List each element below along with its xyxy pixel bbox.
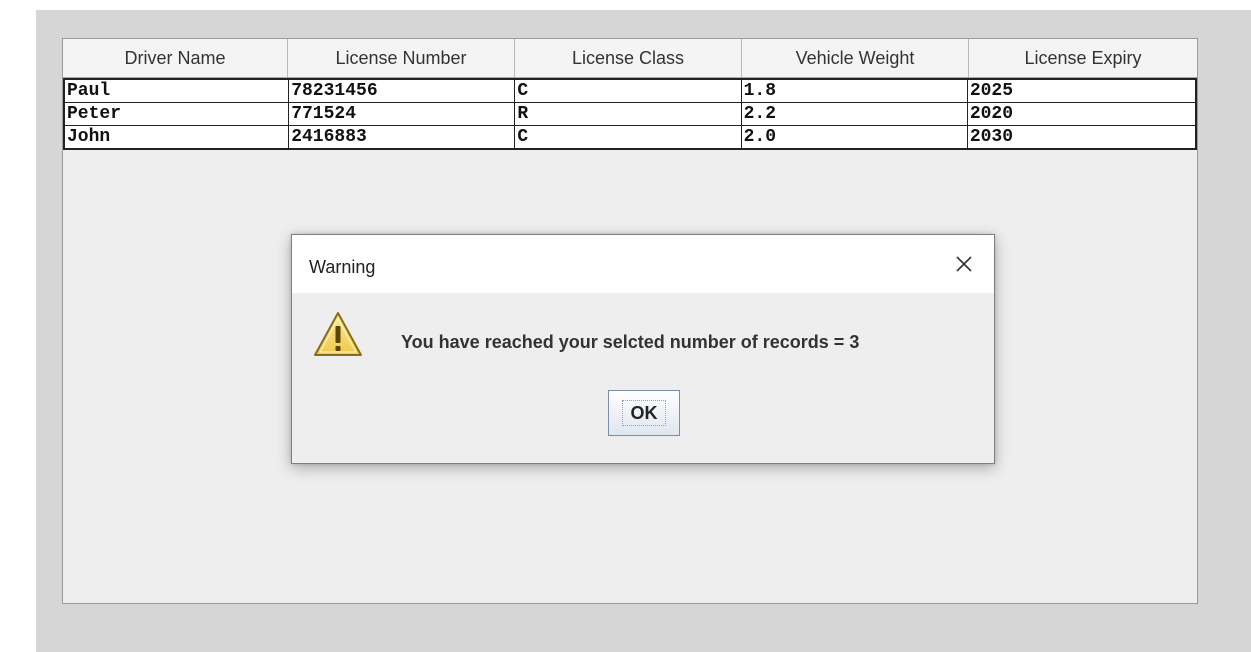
table-cell-vehicle-weight[interactable]: 1.8 bbox=[742, 80, 968, 102]
table-cell-license-expiry[interactable]: 2020 bbox=[968, 103, 1195, 125]
column-header-license-number[interactable]: License Number bbox=[288, 39, 515, 77]
drivers-table: Driver Name License Number License Class… bbox=[63, 39, 1197, 150]
table-cell-driver-name[interactable]: John bbox=[65, 126, 290, 148]
column-header-license-expiry[interactable]: License Expiry bbox=[969, 39, 1197, 77]
ok-button[interactable]: OK bbox=[608, 390, 680, 436]
table-header: Driver Name License Number License Class… bbox=[63, 39, 1197, 78]
dialog-message: You have reached your selcted number of … bbox=[401, 332, 860, 352]
table-cell-vehicle-weight[interactable]: 2.0 bbox=[742, 126, 968, 148]
close-icon[interactable] bbox=[949, 249, 979, 279]
column-header-driver-name[interactable]: Driver Name bbox=[63, 39, 288, 77]
table-cell-license-class[interactable]: C bbox=[515, 126, 742, 148]
table-cell-license-expiry[interactable]: 2025 bbox=[968, 80, 1195, 102]
table-cell-license-expiry[interactable]: 2030 bbox=[968, 126, 1195, 148]
table-body: Paul 78231456 C 1.8 2025 Peter 771524 R … bbox=[63, 78, 1197, 150]
column-header-license-class[interactable]: License Class bbox=[515, 39, 742, 77]
table-cell-driver-name[interactable]: Peter bbox=[65, 103, 290, 125]
table-cell-license-number[interactable]: 78231456 bbox=[289, 80, 516, 102]
table-cell-license-number[interactable]: 771524 bbox=[289, 103, 516, 125]
dialog-title-bar[interactable]: Warning bbox=[292, 235, 994, 293]
table-cell-vehicle-weight[interactable]: 2.2 bbox=[742, 103, 968, 125]
table-cell-license-number[interactable]: 2416883 bbox=[289, 126, 516, 148]
warning-dialog: Warning You have reached your selcted nu… bbox=[291, 234, 995, 464]
table-cell-license-class[interactable]: R bbox=[515, 103, 742, 125]
table-row[interactable]: Peter 771524 R 2.2 2020 bbox=[65, 103, 1195, 126]
table-row[interactable]: Paul 78231456 C 1.8 2025 bbox=[65, 80, 1195, 103]
warning-triangle-icon bbox=[312, 310, 364, 360]
table-cell-license-class[interactable]: C bbox=[515, 80, 742, 102]
table-cell-driver-name[interactable]: Paul bbox=[65, 80, 290, 102]
dialog-title: Warning bbox=[309, 257, 376, 277]
ok-button-label: OK bbox=[630, 403, 658, 423]
column-header-vehicle-weight[interactable]: Vehicle Weight bbox=[742, 39, 969, 77]
table-row[interactable]: John 2416883 C 2.0 2030 bbox=[65, 126, 1195, 148]
close-icon-glyph bbox=[956, 256, 972, 272]
